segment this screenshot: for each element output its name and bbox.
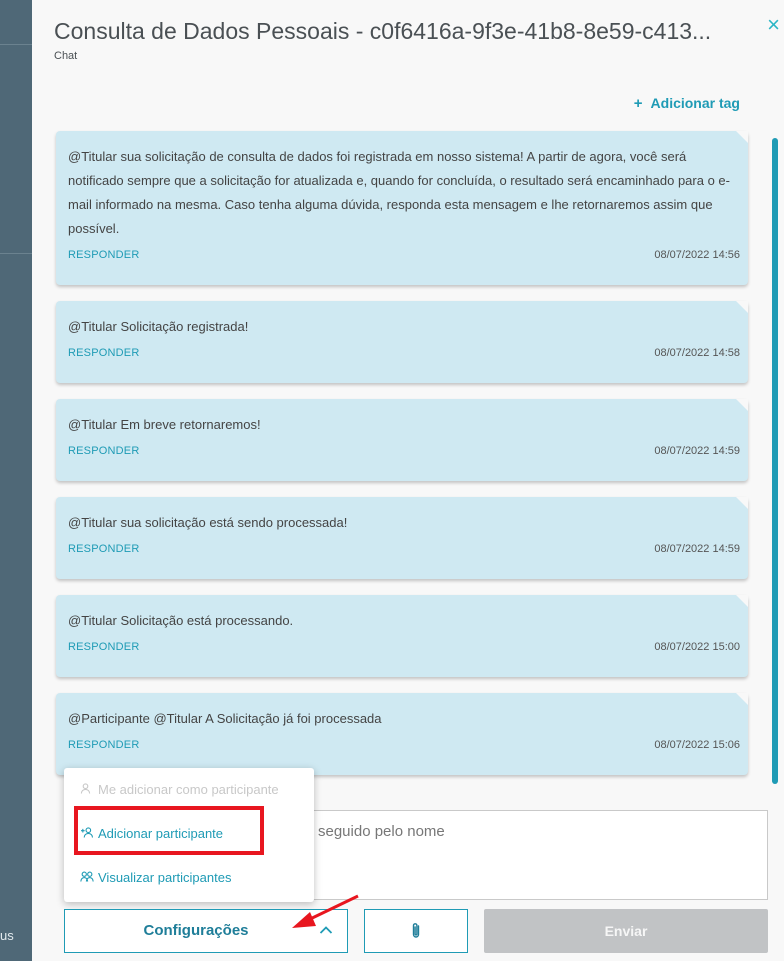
message-bubble: @Participante @Titular A Solicitação já … (56, 693, 748, 775)
message-bubble: @Titular sua solicitação de consulta de … (56, 131, 748, 285)
attach-button[interactable] (364, 909, 468, 953)
message-timestamp: 08/07/2022 14:56 (654, 249, 740, 261)
people-icon (80, 871, 98, 885)
annotation-highlight-box (74, 806, 264, 855)
settings-button[interactable]: Configurações (64, 909, 348, 953)
backdrop-divider (0, 44, 32, 45)
message-bubble: @Titular Em breve retornaremos! RESPONDE… (56, 399, 748, 481)
menu-item-label: Me adicionar como participante (98, 782, 279, 797)
add-tag-button[interactable]: + Adicionar tag (634, 95, 740, 112)
reply-button[interactable]: RESPONDER (68, 739, 139, 751)
menu-item-view-participants[interactable]: Visualizar participantes (80, 870, 231, 885)
message-timestamp: 08/07/2022 14:59 (654, 445, 740, 457)
message-bubble: @Titular Solicitação registrada! RESPOND… (56, 301, 748, 383)
message-timestamp: 08/07/2022 15:00 (654, 641, 740, 653)
chat-panel: Consulta de Dados Pessoais - c0f6416a-9f… (32, 0, 784, 961)
plus-icon: + (633, 95, 643, 112)
message-text: @Titular sua solicitação está sendo proc… (68, 515, 348, 530)
send-button[interactable]: Enviar (484, 909, 768, 953)
chevron-up-icon (319, 922, 333, 938)
menu-item-add-self[interactable]: Me adicionar como participante (80, 782, 279, 797)
reply-button[interactable]: RESPONDER (68, 249, 139, 261)
reply-button[interactable]: RESPONDER (68, 445, 139, 457)
message-input-placeholder: seguido pelo nome (318, 823, 445, 840)
message-text: @Titular Solicitação está processando. (68, 613, 294, 628)
message-bubble: @Titular sua solicitação está sendo proc… (56, 497, 748, 579)
message-text: @Titular sua solicitação de consulta de … (68, 149, 730, 236)
person-icon (80, 783, 98, 797)
backdrop: us (0, 0, 32, 961)
backdrop-divider (0, 253, 32, 254)
message-timestamp: 08/07/2022 14:59 (654, 543, 740, 555)
backdrop-peek-text: us (0, 928, 14, 943)
page-subtitle: Chat (54, 50, 78, 62)
message-timestamp: 08/07/2022 15:06 (654, 739, 740, 751)
message-text: @Titular Solicitação registrada! (68, 319, 249, 334)
message-timestamp: 08/07/2022 14:58 (654, 347, 740, 359)
reply-button[interactable]: RESPONDER (68, 543, 139, 555)
page-title: Consulta de Dados Pessoais - c0f6416a-9f… (54, 18, 712, 44)
reply-button[interactable]: RESPONDER (68, 641, 139, 653)
message-bubble: @Titular Solicitação está processando. R… (56, 595, 748, 677)
settings-button-label: Configurações (143, 922, 249, 939)
reply-button[interactable]: RESPONDER (68, 347, 139, 359)
scrollbar-thumb[interactable] (772, 138, 778, 784)
add-tag-label: Adicionar tag (650, 95, 740, 111)
close-icon[interactable]: × (767, 14, 780, 36)
menu-item-label: Visualizar participantes (98, 870, 232, 885)
message-text: @Participante @Titular A Solicitação já … (68, 711, 382, 726)
message-text: @Titular Em breve retornaremos! (68, 417, 261, 432)
paperclip-icon (410, 922, 422, 945)
